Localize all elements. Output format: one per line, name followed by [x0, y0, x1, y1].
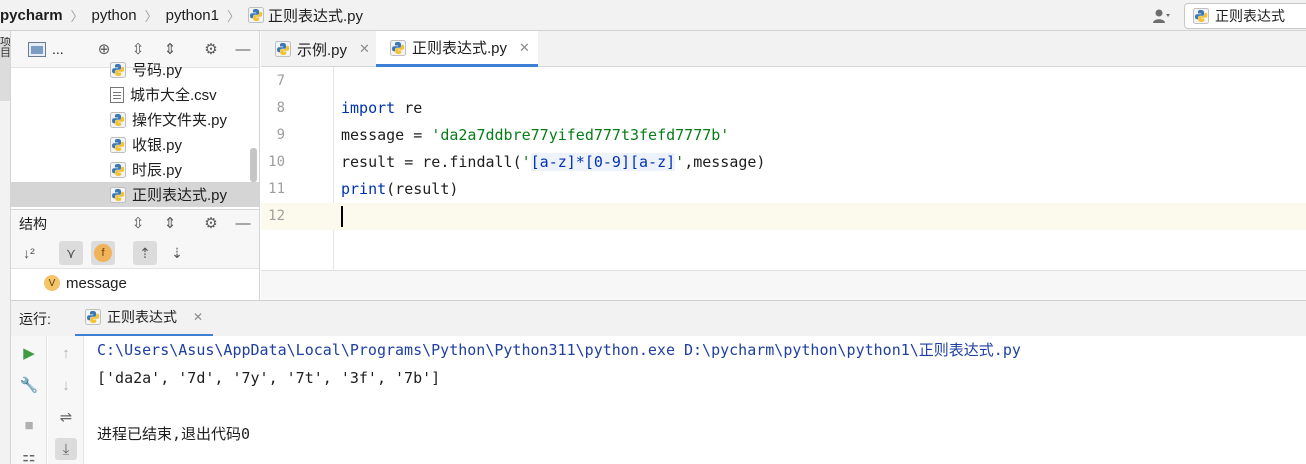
code-line: 7 [276, 73, 285, 89]
project-panel: ... ⊕ ⇳ ⇕ ⚙ — 号码.py 城市大全.csv 操作文件夹.py 收银… [11, 31, 260, 209]
run-panel: ▶ 🔧 ■ ☷ ↑ ↓ ⇌ ⤓ C:\Users\Asus\AppData\Lo… [11, 336, 1306, 464]
editor-tab-bar: 示例.py ✕ 正则表达式.py ✕ [261, 31, 1306, 67]
chevron-right-icon: 〉 [70, 8, 84, 24]
breadcrumb-item-python[interactable]: python [92, 0, 137, 31]
project-tool-window-tab[interactable]: 项目 [0, 37, 10, 101]
code-line: 10 result = re.findall('[a-z]*[0-9][a-z]… [261, 149, 1306, 176]
console-output[interactable]: C:\Users\Asus\AppData\Local\Programs\Pyt… [97, 336, 1021, 444]
collapse-all-icon[interactable]: ⇕ [161, 40, 179, 58]
locate-file-icon[interactable]: ⊕ [95, 40, 113, 58]
editor-tab-example[interactable]: 示例.py ✕ [261, 31, 376, 67]
stop-icon[interactable]: ■ [18, 414, 40, 436]
close-icon[interactable]: ✕ [193, 310, 203, 324]
arrow-up-icon[interactable]: ↑ [55, 342, 77, 364]
console-line-exit: 进程已结束,退出代码0 [97, 425, 251, 443]
gear-icon[interactable]: ⚙ [202, 214, 220, 232]
variable-icon: V [44, 275, 60, 291]
arrow-down-icon[interactable]: ↓ [55, 374, 77, 396]
python-file-icon [110, 136, 126, 153]
breadcrumb-item-pycharm[interactable]: pycharm [0, 0, 63, 31]
project-view-icon [28, 42, 46, 57]
run-panel-title: 运行: [19, 310, 51, 327]
close-icon[interactable]: ✕ [519, 40, 530, 56]
python-file-icon [110, 161, 126, 178]
tree-item-selected[interactable]: 正则表达式.py [11, 182, 259, 207]
tree-item[interactable]: 号码.py [11, 57, 259, 82]
run-panel-header: 运行: 正则表达式 ✕ [11, 300, 1306, 337]
sort-alphabetically-icon[interactable]: ↓² [17, 241, 41, 265]
breadcrumb-item-python1[interactable]: python1 [166, 0, 219, 31]
python-file-icon [248, 7, 265, 23]
console-line-output: ['da2a', '7d', '7y', '7t', '3f', '7b'] [97, 369, 441, 387]
chevron-right-icon: 〉 [227, 8, 241, 24]
tree-item[interactable]: 操作文件夹.py [11, 107, 259, 132]
close-icon[interactable]: ✕ [359, 41, 370, 57]
structure-toolbar: ↓² ⋎ f ⇡ ⇣ [11, 237, 259, 269]
field-icon: f [94, 244, 112, 262]
show-inherited-icon[interactable]: ⋎ [59, 241, 83, 265]
expand-all-icon[interactable]: ⇳ [129, 40, 147, 58]
code-editor[interactable]: 7 8 import re 9 message = 'da2a7ddbre77y… [261, 67, 1306, 270]
left-tool-strip: 项目 [0, 31, 11, 464]
structure-panel: 结构 ⇳ ⇕ ⚙ — ↓² ⋎ f ⇡ ⇣ V message [11, 209, 260, 300]
tree-item[interactable]: 城市大全.csv [11, 82, 259, 107]
code-text: print(result) [341, 180, 459, 198]
run-toolbar-primary: ▶ 🔧 ■ ☷ [11, 336, 47, 464]
wrench-icon[interactable]: 🔧 [18, 374, 40, 396]
python-file-icon [110, 61, 126, 78]
current-code-line: 12 [261, 203, 1306, 230]
code-text: result = re.findall('[a-z]*[0-9][a-z]',m… [341, 153, 766, 171]
editor-tab-regex[interactable]: 正则表达式.py ✕ [376, 31, 538, 67]
python-file-icon [275, 41, 291, 57]
run-toolbar-secondary: ↑ ↓ ⇌ ⤓ [48, 336, 84, 464]
code-line: 11 print(result) [261, 176, 1306, 203]
python-icon [1193, 7, 1209, 24]
scroll-to-end-icon[interactable]: ⤓ [55, 438, 77, 460]
collapse-all-icon[interactable]: ⇕ [161, 214, 179, 232]
run-configuration-selector[interactable]: 正则表达式 [1184, 2, 1306, 29]
project-tree-scrollbar[interactable] [250, 148, 257, 182]
autoscroll-from-source-icon[interactable]: ⇣ [165, 241, 189, 265]
user-icon [1153, 9, 1170, 23]
python-icon [85, 309, 101, 325]
soft-wrap-icon[interactable]: ⇌ [55, 406, 77, 428]
expand-all-icon[interactable]: ⇳ [129, 214, 147, 232]
gear-icon[interactable]: ⚙ [202, 40, 220, 58]
rerun-icon[interactable]: ▶ [18, 342, 40, 364]
editor-breadcrumb-bar [261, 270, 1306, 300]
structure-title: 结构 [19, 215, 47, 232]
python-file-icon [110, 111, 126, 128]
show-fields-button[interactable]: f [91, 241, 115, 265]
hide-panel-icon[interactable]: — [234, 40, 252, 58]
account-button[interactable] [1152, 8, 1170, 24]
structure-header: 结构 ⇳ ⇕ ⚙ — [11, 210, 259, 237]
breadcrumb-item-file[interactable]: 正则表达式.py [248, 0, 363, 31]
restore-layout-icon[interactable]: ☷ [18, 450, 40, 464]
hide-panel-icon[interactable]: — [234, 214, 252, 232]
code-line: 9 message = 'da2a7ddbre77yifed777t3fefd7… [261, 122, 1306, 149]
tree-item[interactable]: 收银.py [11, 132, 259, 157]
code-text: import re [341, 99, 423, 117]
console-line-command: C:\Users\Asus\AppData\Local\Programs\Pyt… [97, 341, 1021, 359]
navigation-bar: pycharm 〉 python 〉 python1 〉 正则表达式.py 正则… [0, 0, 1306, 31]
code-text: message = 'da2a7ddbre77yifed777t3fefd777… [341, 126, 730, 144]
chevron-right-icon: 〉 [144, 8, 158, 24]
python-file-icon [390, 39, 406, 56]
structure-item[interactable]: V message [11, 269, 259, 297]
project-view-title[interactable]: ... [52, 41, 64, 57]
text-caret [341, 206, 343, 227]
autoscroll-to-source-icon[interactable]: ⇡ [133, 241, 157, 265]
tree-item[interactable]: 时辰.py [11, 157, 259, 182]
run-tab[interactable]: 正则表达式 ✕ [75, 301, 214, 337]
code-line: 8 import re [261, 95, 1306, 122]
project-tree: 号码.py 城市大全.csv 操作文件夹.py 收银.py 时辰.py 正则表达… [11, 57, 259, 207]
csv-file-icon [110, 86, 124, 103]
python-file-icon [110, 186, 126, 203]
